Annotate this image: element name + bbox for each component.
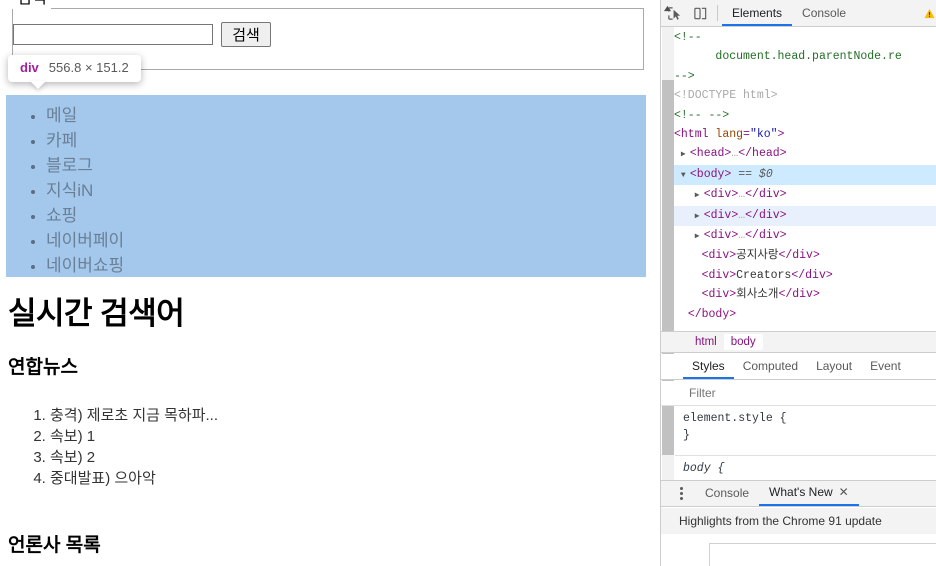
- css-rule-element-style[interactable]: element.style { }: [683, 410, 936, 444]
- dom-node-html-close[interactable]: </html>: [674, 324, 936, 327]
- styles-filter-input[interactable]: [683, 383, 936, 403]
- scroll-up-arrow-icon[interactable]: [660, 2, 674, 14]
- list-item[interactable]: 카페: [46, 128, 646, 153]
- list-item[interactable]: 중대발표) 으아악: [50, 468, 218, 489]
- list-item[interactable]: 충격) 제로초 지금 목하파...: [50, 405, 218, 426]
- dom-node-div-3[interactable]: ▶ <div>…</div>: [674, 226, 936, 246]
- tab-console[interactable]: Console: [792, 0, 856, 26]
- whats-new-subtitle: Highlights from the Chrome 91 update: [661, 508, 936, 534]
- list-item[interactable]: 메일: [46, 103, 646, 128]
- list-item[interactable]: 네이버페이: [46, 228, 646, 253]
- devtools-scrollbar-track[interactable]: [662, 27, 674, 480]
- page-title: 실시간 검색어: [8, 296, 185, 331]
- tab-computed[interactable]: Computed: [734, 354, 807, 379]
- warning-triangle-icon[interactable]: [923, 7, 935, 19]
- list-item[interactable]: 속보) 2: [50, 447, 218, 468]
- css-rule-body[interactable]: body {: [683, 460, 936, 477]
- css-close-brace: }: [683, 429, 690, 442]
- dom-node-body[interactable]: ⋯ ▼<body> == $0: [674, 164, 936, 186]
- chevron-right-icon[interactable]: ▶: [695, 207, 704, 226]
- dom-node-comment-close[interactable]: -->: [674, 67, 936, 86]
- search-fieldset-legend: 검색: [12, 0, 52, 9]
- tooltip-arrow-icon: [30, 81, 46, 89]
- devtools-drawer: Console What's New ✕ Highlights from the…: [661, 480, 936, 566]
- dom-node-div-2[interactable]: ▶ <div>…</div>: [674, 205, 936, 227]
- chevron-right-icon[interactable]: ▶: [681, 145, 690, 164]
- drawer-tab-whats-new-label: What's New: [769, 485, 833, 499]
- chevron-down-icon[interactable]: ▼: [681, 166, 690, 185]
- drawer-tabs: Console What's New ✕: [661, 481, 936, 507]
- dom-node-head[interactable]: ▶ <head>…</head>: [674, 144, 936, 164]
- dom-node-div-1[interactable]: ▶ <div>…</div>: [674, 185, 936, 205]
- list-item[interactable]: 블로그: [46, 153, 646, 178]
- list-item[interactable]: 네이버쇼핑: [46, 253, 646, 278]
- list-item[interactable]: 지식iN: [46, 178, 646, 203]
- section-heading-news: 연합뉴스: [8, 357, 78, 378]
- inspector-measurement-tooltip: div 556.8 × 151.2: [8, 55, 141, 89]
- highlighted-div-block: 메일 카페 블로그 지식iN 쇼핑 네이버페이 네이버쇼핑: [6, 95, 646, 277]
- kebab-menu-icon[interactable]: [673, 487, 689, 500]
- dom-tree: <!-- document.head.parentNode.re --> <!D…: [674, 27, 936, 327]
- breadcrumb: html body: [661, 331, 936, 353]
- whats-new-card: [709, 543, 936, 566]
- css-selector-body: body {: [683, 462, 725, 475]
- chevron-right-icon[interactable]: ▶: [695, 227, 704, 246]
- devtools-panel: Elements Console <!-- document.head.pare…: [660, 0, 936, 566]
- breadcrumb-item-body[interactable]: body: [723, 334, 763, 350]
- dom-node-div-notice[interactable]: <div>공지사랑</div>: [674, 246, 936, 265]
- list-item[interactable]: 쇼핑: [46, 203, 646, 228]
- tab-elements[interactable]: Elements: [722, 0, 793, 26]
- toolbar-divider: [717, 5, 718, 21]
- search-row: 검색: [13, 22, 271, 47]
- web-page-viewport: 검색 검색 메일 카페 블로그 지식iN 쇼핑 네이버페이 네이버쇼핑 div 5…: [0, 0, 660, 566]
- search-button[interactable]: 검색: [221, 22, 271, 47]
- tab-event-listeners[interactable]: Event: [861, 354, 910, 379]
- dom-node-html[interactable]: <html lang="ko">: [674, 125, 936, 144]
- tab-layout[interactable]: Layout: [807, 354, 861, 379]
- breadcrumb-item-html[interactable]: html: [688, 334, 724, 350]
- dom-node-empty-comment[interactable]: <!-- -->: [674, 106, 936, 125]
- list-item[interactable]: 속보) 1: [50, 426, 218, 447]
- inspector-tooltip-tag: div: [20, 60, 39, 75]
- dom-node-comment-open[interactable]: <!--: [674, 28, 936, 47]
- search-input[interactable]: [13, 24, 213, 45]
- dom-node-doctype[interactable]: <!DOCTYPE html>: [674, 86, 936, 105]
- nav-list: 메일 카페 블로그 지식iN 쇼핑 네이버페이 네이버쇼핑: [6, 95, 646, 278]
- tab-styles[interactable]: Styles: [683, 354, 734, 379]
- section-heading-press: 언론사 목록: [8, 535, 101, 556]
- dom-node-div-creators[interactable]: <div>Creators</div>: [674, 266, 936, 285]
- css-selector-element-style: element.style {: [683, 412, 787, 425]
- close-icon[interactable]: ✕: [839, 480, 849, 505]
- inspector-tooltip-dimensions: 556.8 × 151.2: [48, 60, 129, 75]
- dom-node-body-close[interactable]: </body>: [674, 305, 936, 324]
- device-toolbar-icon[interactable]: [687, 2, 713, 24]
- news-list: 충격) 제로초 지금 목하파... 속보) 1 속보) 2 중대발표) 으아악: [8, 405, 218, 489]
- drawer-tab-console[interactable]: Console: [695, 481, 759, 506]
- dom-node-comment-body[interactable]: document.head.parentNode.re: [674, 47, 936, 66]
- chevron-right-icon[interactable]: ▶: [695, 186, 704, 205]
- drawer-tab-console-label: Console: [705, 486, 750, 500]
- devtools-toolbar: Elements Console: [661, 0, 936, 27]
- dom-node-div-about[interactable]: <div>회사소개</div>: [674, 285, 936, 304]
- drawer-tab-whats-new[interactable]: What's New ✕: [759, 481, 859, 506]
- styles-pane-tabs: Styles Computed Layout Event: [661, 354, 936, 380]
- css-rule-divider: [675, 455, 936, 456]
